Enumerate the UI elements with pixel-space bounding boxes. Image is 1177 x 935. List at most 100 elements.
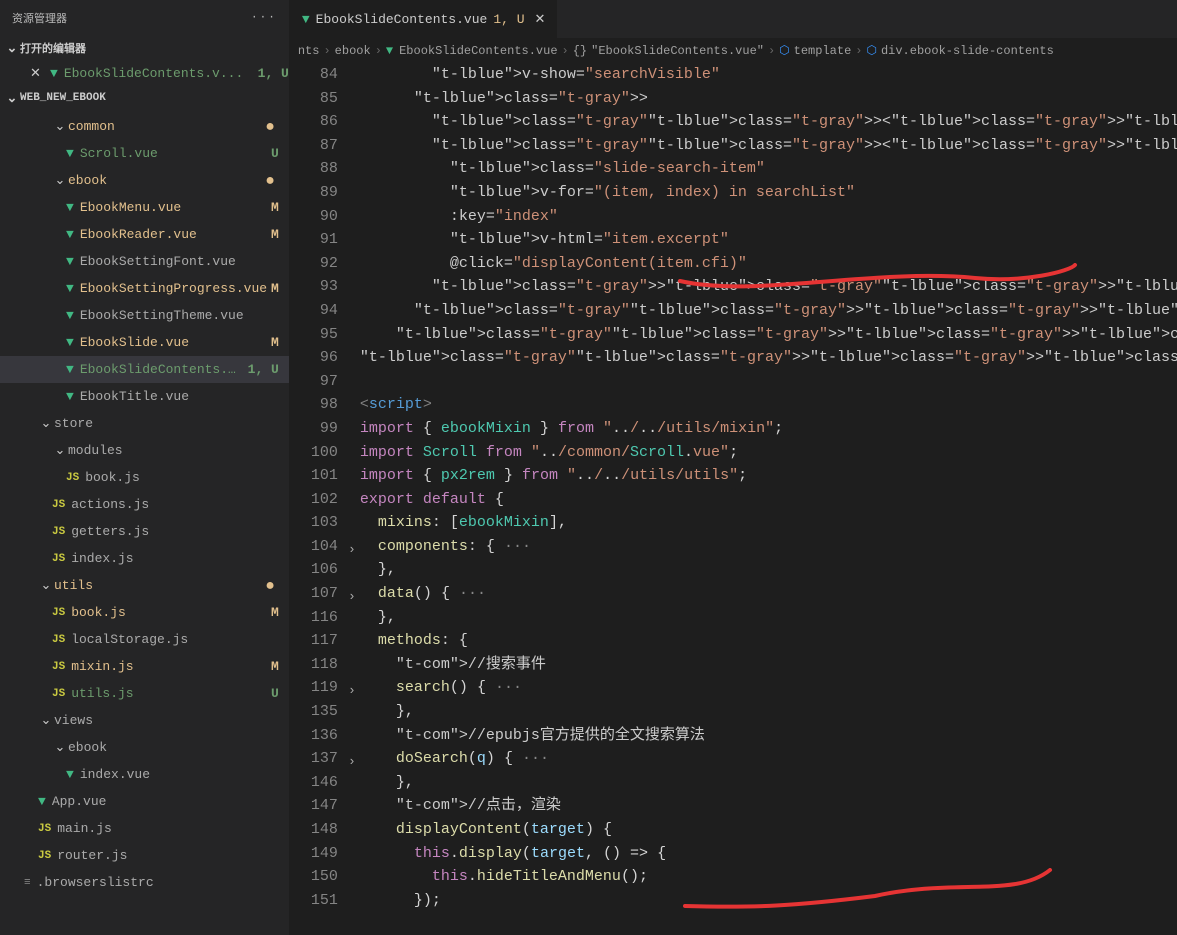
file-label: utils.js [71,686,267,701]
file-item[interactable]: JS router.js [0,842,289,869]
chevron-down-icon: ⌄ [52,119,68,134]
folder-item[interactable]: ⌄store [0,410,289,437]
tab-bar: ▼ EbookSlideContents.vue 1, U ✕ [290,0,1177,38]
chevron-down-icon: ⌄ [38,416,54,431]
git-status: 1, U [244,362,279,377]
vue-icon: ▼ [50,66,58,81]
chevron-down-icon: ⌄ [52,443,68,458]
more-icon[interactable]: ··· [251,12,277,24]
file-label: index.js [71,551,279,566]
file-item[interactable]: ▼EbookSettingTheme.vue [0,302,289,329]
breadcrumb[interactable]: nts › ebook › ▼ EbookSlideContents.vue ›… [290,38,1177,63]
file-label: mixin.js [71,659,267,674]
tab-file[interactable]: ▼ EbookSlideContents.vue 1, U ✕ [290,0,559,38]
file-item[interactable]: ▼ EbookSettingFont.vue [0,248,289,275]
vue-icon: ▼ [66,227,74,242]
file-item[interactable]: ▼EbookReader.vueM [0,221,289,248]
js-icon: JS [66,472,79,484]
file-item[interactable]: ≡.browserslistrc [0,869,289,896]
file-item[interactable]: ▼ index.vue [0,761,289,788]
line-gutter: 8485868788899091929394959697989910010110… [290,63,360,935]
file-item[interactable]: JS localStorage.js [0,626,289,653]
git-status: M [267,281,279,296]
git-status: M [267,335,279,350]
chevron-down-icon: ⌄ [52,173,68,188]
file-label: index.vue [80,767,279,782]
file-item[interactable]: ▼App.vue [0,788,289,815]
vue-icon: ▼ [66,146,74,161]
close-icon[interactable]: ✕ [30,66,50,81]
chevron-right-icon: › [562,44,569,58]
code-lines[interactable]: "t-lblue">v-show="searchVisible" "t-lblu… [360,63,1177,935]
js-icon: JS [52,661,65,673]
chevron-down-icon: ⌄ [4,91,20,106]
close-icon[interactable]: ✕ [535,12,546,27]
folder-item[interactable]: ⌄common● [0,113,289,140]
crumb: ebook [335,44,371,58]
workspace-header[interactable]: ⌄ WEB_NEW_EBOOK [0,85,289,111]
chevron-right-icon: › [768,44,775,58]
git-status: ● [261,578,275,594]
folder-item[interactable]: ⌄utils● [0,572,289,599]
folder-item[interactable]: ⌄modules [0,437,289,464]
chevron-down-icon: ⌄ [4,41,20,56]
explorer-title: 资源管理器 [12,10,67,26]
js-icon: JS [38,850,51,862]
crumb: "EbookSlideContents.vue" [591,44,764,58]
file-item[interactable]: JSactions.js [0,491,289,518]
file-label: ebook [68,173,261,188]
file-item[interactable]: ▼EbookMenu.vueM [0,194,289,221]
file-item[interactable]: JSindex.js [0,545,289,572]
git-status: ● [261,119,275,135]
open-editor-status: 1, U [254,66,289,81]
folder-item[interactable]: ⌄ebook● [0,167,289,194]
file-label: localStorage.js [71,632,279,647]
folder-item[interactable]: ⌄ebook [0,734,289,761]
vue-icon: ▼ [66,254,74,269]
file-label: EbookSettingFont.vue [80,254,279,269]
open-editors-title: 打开的编辑器 [20,40,86,56]
file-item[interactable]: JSbook.js [0,464,289,491]
vue-icon: ▼ [386,44,393,58]
file-item[interactable]: JSbook.jsM [0,599,289,626]
file-label: router.js [57,848,279,863]
chevron-right-icon: › [323,44,330,58]
chevron-down-icon: ⌄ [38,578,54,593]
file-item[interactable]: ▼EbookSettingProgress.vueM [0,275,289,302]
workspace-title: WEB_NEW_EBOOK [20,92,106,104]
open-editor-name: EbookSlideContents.v... [64,66,254,81]
file-item[interactable]: JSgetters.js [0,518,289,545]
open-editors-header[interactable]: ⌄ 打开的编辑器 [0,35,289,61]
git-status: M [267,659,279,674]
file-item[interactable]: JSmain.js [0,815,289,842]
file-label: modules [68,443,279,458]
file-label: EbookSlide.vue [80,335,267,350]
code-editor[interactable]: 8485868788899091929394959697989910010110… [290,63,1177,935]
cube-icon: ⬡ [779,43,789,58]
vue-icon: ▼ [66,308,74,323]
js-icon: JS [52,526,65,538]
file-label: Scroll.vue [80,146,267,161]
tab-name: EbookSlideContents.vue [316,12,488,27]
js-icon: JS [52,688,65,700]
file-item[interactable]: ▼EbookTitle.vue [0,383,289,410]
js-icon: JS [52,607,65,619]
open-editor-item[interactable]: ✕ ▼ EbookSlideContents.v... 1, U [0,61,289,85]
file-item[interactable]: JS mixin.jsM [0,653,289,680]
vue-icon: ▼ [66,767,74,782]
js-icon: JS [38,823,51,835]
explorer-sidebar: 资源管理器 ··· ⌄ 打开的编辑器 ✕ ▼ EbookSlideContent… [0,0,290,935]
braces-icon: {} [573,44,587,58]
crumb: template [794,44,852,58]
cube-icon: ⬡ [866,43,876,58]
folder-item[interactable]: ⌄views [0,707,289,734]
file-item[interactable]: ▼EbookSlideContents.vue1, U [0,356,289,383]
file-label: store [54,416,279,431]
editor-area: ▼ EbookSlideContents.vue 1, U ✕ nts › eb… [290,0,1177,935]
file-item[interactable]: ▼EbookSlide.vueM [0,329,289,356]
crumb: EbookSlideContents.vue [399,44,557,58]
git-status: M [267,605,279,620]
file-item[interactable]: JSutils.jsU [0,680,289,707]
file-item[interactable]: ▼Scroll.vueU [0,140,289,167]
js-icon: JS [52,634,65,646]
